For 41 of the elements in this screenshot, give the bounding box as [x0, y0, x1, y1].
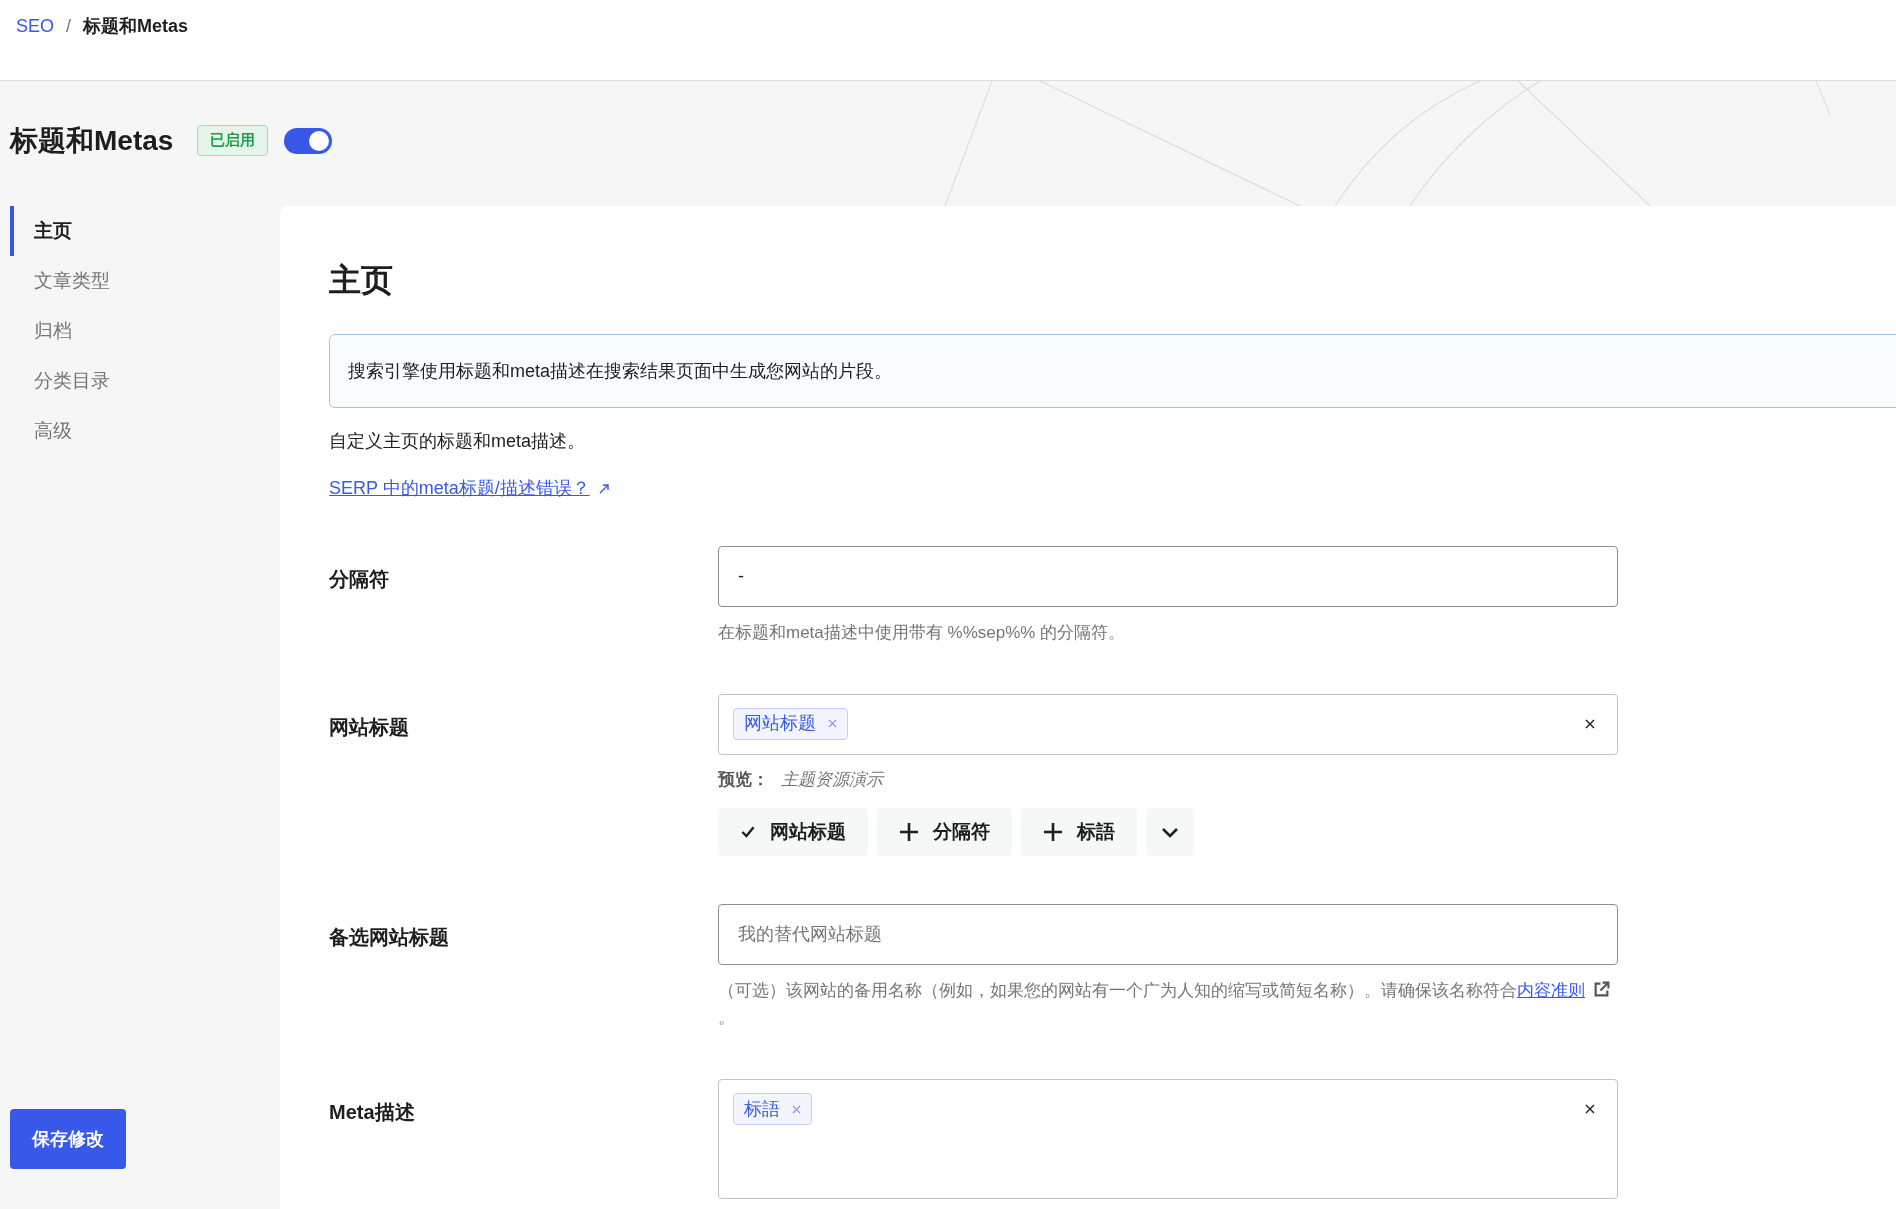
variable-button[interactable]: 标語	[1021, 808, 1137, 856]
sidebar-item[interactable]: 分类目录	[10, 356, 280, 406]
help-text: （可选）该网站的备用名称（例如，如果您的网站有一个广为人知的缩写或简短名称）。请确保该名称符合内容准则 。	[718, 977, 1618, 1031]
chevron-down-icon[interactable]	[1161, 826, 1179, 838]
close-icon[interactable]	[1585, 718, 1595, 729]
plus-icon	[1043, 822, 1063, 842]
field-label: Meta描述	[329, 1100, 416, 1125]
breadcrumb-separator: /	[66, 15, 72, 38]
sidebar-item[interactable]: 文章类型	[10, 256, 280, 306]
checkmark-icon	[740, 824, 756, 840]
field-label: 分隔符	[329, 567, 390, 592]
help-link[interactable]: SERP 中的meta标题/描述错误？	[329, 475, 590, 502]
preview-text: 主题资源演示	[781, 768, 883, 791]
breadcrumb-link[interactable]: SEO	[16, 13, 54, 40]
field-label: 备选网站标题	[329, 925, 450, 950]
info-notice: 搜索引擎使用标题和meta描述在搜索结果页面中生成您网站的片段。	[329, 334, 1896, 408]
section-heading: 主页	[329, 261, 394, 300]
field-label: 网站标题	[329, 714, 410, 740]
plus-icon	[899, 822, 919, 842]
tag-chip: 网站标题	[733, 707, 848, 740]
help-text: 在标题和meta描述中使用带有 %%sep%% 的分隔符。	[718, 622, 1127, 644]
variable-button[interactable]: 网站标题	[718, 808, 868, 856]
tag-input-field[interactable]: 标語	[718, 1079, 1618, 1199]
preview-label: 预览：	[718, 768, 769, 791]
tag-input-field[interactable]: 网站标题	[718, 693, 1618, 755]
external-link-icon	[597, 482, 610, 495]
status-badge: 已启用	[197, 125, 269, 156]
page-title: 标题和Metas	[10, 123, 174, 158]
tag-chip: 标語	[733, 1093, 812, 1125]
sidebar-item[interactable]: 高级	[10, 406, 280, 456]
input-field[interactable]: -	[718, 546, 1618, 607]
breadcrumb-current: 标题和Metas	[83, 15, 189, 38]
close-icon[interactable]	[1585, 1104, 1595, 1114]
variable-button[interactable]: 分隔符	[877, 808, 1012, 856]
sidebar-item[interactable]: 归档	[10, 306, 280, 356]
content-guidelines-link[interactable]: 内容准则	[1517, 981, 1585, 1000]
input-field[interactable]: 我的替代网站标题	[718, 904, 1618, 965]
external-link-icon	[1593, 981, 1610, 998]
description-text: 自定义主页的标题和meta描述。	[329, 430, 587, 453]
save-button[interactable]: 保存修改	[10, 1109, 126, 1169]
toggle-switch[interactable]	[284, 127, 333, 154]
